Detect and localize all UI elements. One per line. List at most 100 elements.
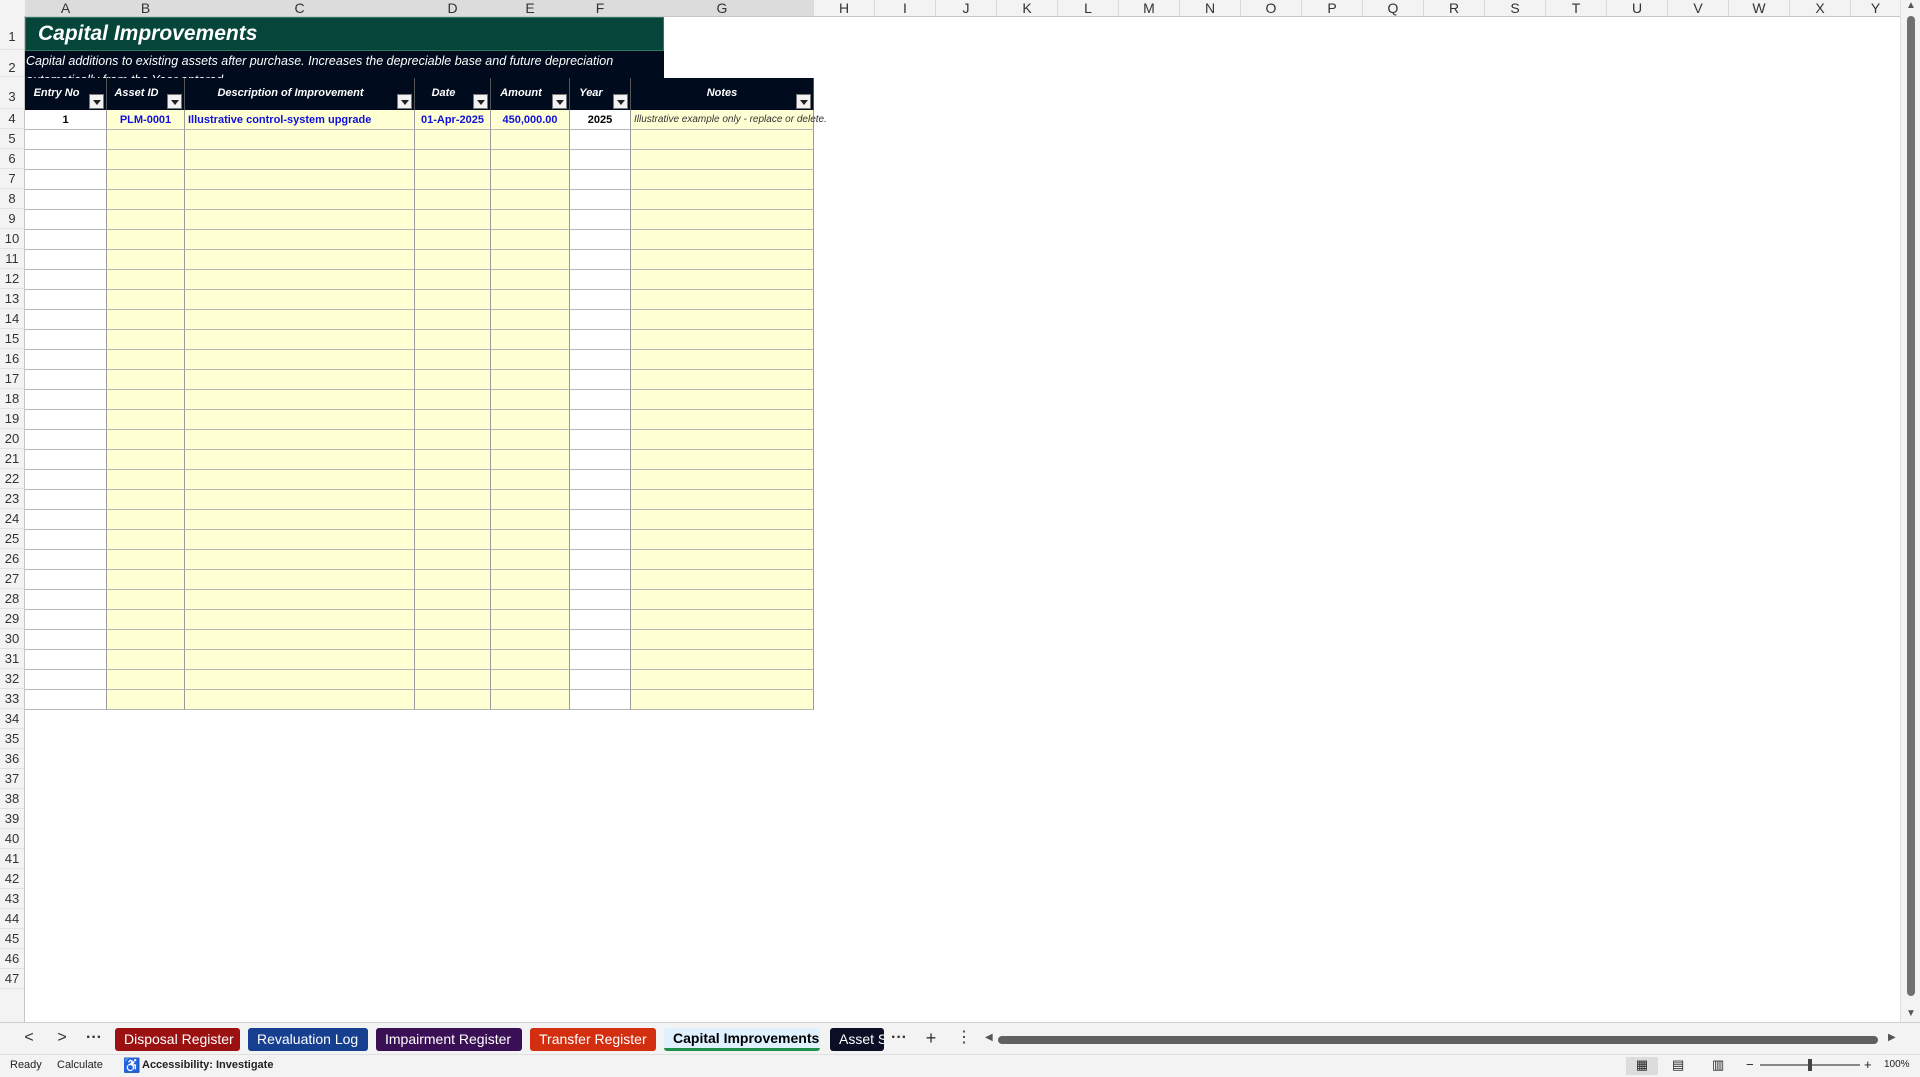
- row-header-10[interactable]: 10: [0, 229, 24, 249]
- row-header-28[interactable]: 28: [0, 589, 24, 609]
- table-cell[interactable]: [185, 370, 415, 390]
- row-header-41[interactable]: 41: [0, 849, 24, 869]
- sheet-tab-capital-improvements[interactable]: Capital Improvements: [664, 1028, 820, 1051]
- table-cell[interactable]: [185, 550, 415, 570]
- accessibility-status[interactable]: Accessibility: Investigate: [142, 1059, 273, 1071]
- column-header-p[interactable]: P: [1302, 0, 1363, 16]
- table-cell[interactable]: [415, 510, 491, 530]
- table-cell[interactable]: [185, 190, 415, 210]
- table-cell[interactable]: [570, 190, 631, 210]
- row-header-6[interactable]: 6: [0, 149, 24, 169]
- table-cell[interactable]: [25, 170, 107, 190]
- table-cell[interactable]: [570, 690, 631, 710]
- row-header-25[interactable]: 25: [0, 529, 24, 549]
- table-cell[interactable]: [631, 450, 814, 470]
- column-header-i[interactable]: I: [875, 0, 936, 16]
- row-header-5[interactable]: 5: [0, 129, 24, 149]
- table-cell[interactable]: [185, 510, 415, 530]
- sheet-title[interactable]: Capital Improvements: [25, 17, 664, 51]
- sheet-tab-impairment-register[interactable]: Impairment Register: [376, 1028, 522, 1051]
- row-header-13[interactable]: 13: [0, 289, 24, 309]
- table-cell[interactable]: [25, 510, 107, 530]
- sheet-options-icon[interactable]: ⋮: [953, 1027, 975, 1049]
- table-cell[interactable]: [631, 630, 814, 650]
- column-header-cell-3[interactable]: Date: [415, 78, 491, 110]
- column-header-e[interactable]: E: [491, 0, 570, 16]
- table-cell[interactable]: [415, 190, 491, 210]
- table-cell[interactable]: [570, 410, 631, 430]
- table-cell[interactable]: [570, 590, 631, 610]
- zoom-slider[interactable]: [1760, 1059, 1860, 1071]
- table-cell[interactable]: [570, 530, 631, 550]
- table-cell[interactable]: [25, 530, 107, 550]
- table-cell[interactable]: [631, 470, 814, 490]
- table-cell[interactable]: [25, 410, 107, 430]
- row-header-1[interactable]: 1: [0, 16, 24, 50]
- table-cell[interactable]: [631, 310, 814, 330]
- table-cell[interactable]: [107, 330, 185, 350]
- table-cell[interactable]: [631, 650, 814, 670]
- column-header-t[interactable]: T: [1546, 0, 1607, 16]
- table-cell[interactable]: [491, 470, 570, 490]
- row-header-19[interactable]: 19: [0, 409, 24, 429]
- table-cell[interactable]: [491, 330, 570, 350]
- table-cell[interactable]: [415, 590, 491, 610]
- table-cell[interactable]: [570, 130, 631, 150]
- table-cell[interactable]: [570, 470, 631, 490]
- table-cell[interactable]: [107, 250, 185, 270]
- table-cell[interactable]: [491, 290, 570, 310]
- table-cell[interactable]: [185, 530, 415, 550]
- column-header-b[interactable]: B: [107, 0, 185, 16]
- row-header-42[interactable]: 42: [0, 869, 24, 889]
- table-cell[interactable]: [185, 250, 415, 270]
- table-cell[interactable]: [185, 650, 415, 670]
- table-cell[interactable]: [107, 470, 185, 490]
- column-header-f[interactable]: F: [570, 0, 631, 16]
- row-header-37[interactable]: 37: [0, 769, 24, 789]
- table-cell[interactable]: [185, 590, 415, 610]
- table-cell[interactable]: [415, 570, 491, 590]
- column-header-q[interactable]: Q: [1363, 0, 1424, 16]
- table-cell[interactable]: [107, 570, 185, 590]
- table-cell[interactable]: [185, 170, 415, 190]
- row-header-39[interactable]: 39: [0, 809, 24, 829]
- filter-dropdown-icon[interactable]: [552, 94, 567, 109]
- zoom-in-button[interactable]: +: [1864, 1057, 1872, 1072]
- table-cell[interactable]: [491, 610, 570, 630]
- table-cell[interactable]: [570, 430, 631, 450]
- table-cell[interactable]: [107, 270, 185, 290]
- row-header-22[interactable]: 22: [0, 469, 24, 489]
- column-header-g[interactable]: G: [631, 0, 814, 16]
- table-cell[interactable]: [491, 170, 570, 190]
- table-cell[interactable]: [415, 630, 491, 650]
- table-cell[interactable]: [25, 450, 107, 470]
- table-cell[interactable]: [25, 310, 107, 330]
- column-header-j[interactable]: J: [936, 0, 997, 16]
- table-cell[interactable]: [25, 690, 107, 710]
- table-cell[interactable]: [185, 630, 415, 650]
- zoom-level[interactable]: 100%: [1884, 1059, 1910, 1070]
- horizontal-scrollbar[interactable]: [998, 1036, 1878, 1044]
- table-cell[interactable]: [25, 490, 107, 510]
- table-cell[interactable]: [491, 310, 570, 330]
- table-cell[interactable]: [107, 510, 185, 530]
- table-cell[interactable]: [570, 390, 631, 410]
- table-cell[interactable]: [631, 370, 814, 390]
- row-header-15[interactable]: 15: [0, 329, 24, 349]
- column-header-cell-4[interactable]: Amount: [491, 78, 570, 110]
- table-cell[interactable]: [570, 150, 631, 170]
- table-cell[interactable]: [107, 310, 185, 330]
- table-cell[interactable]: [570, 310, 631, 330]
- table-cell[interactable]: [107, 210, 185, 230]
- table-cell[interactable]: [107, 290, 185, 310]
- column-header-l[interactable]: L: [1058, 0, 1119, 16]
- column-header-u[interactable]: U: [1607, 0, 1668, 16]
- table-cell[interactable]: [631, 530, 814, 550]
- table-cell[interactable]: [415, 530, 491, 550]
- table-cell[interactable]: [570, 450, 631, 470]
- table-cell[interactable]: [415, 210, 491, 230]
- table-cell[interactable]: [631, 290, 814, 310]
- row-header-2[interactable]: 2: [0, 50, 24, 77]
- filter-dropdown-icon[interactable]: [796, 94, 811, 109]
- table-cell[interactable]: [107, 410, 185, 430]
